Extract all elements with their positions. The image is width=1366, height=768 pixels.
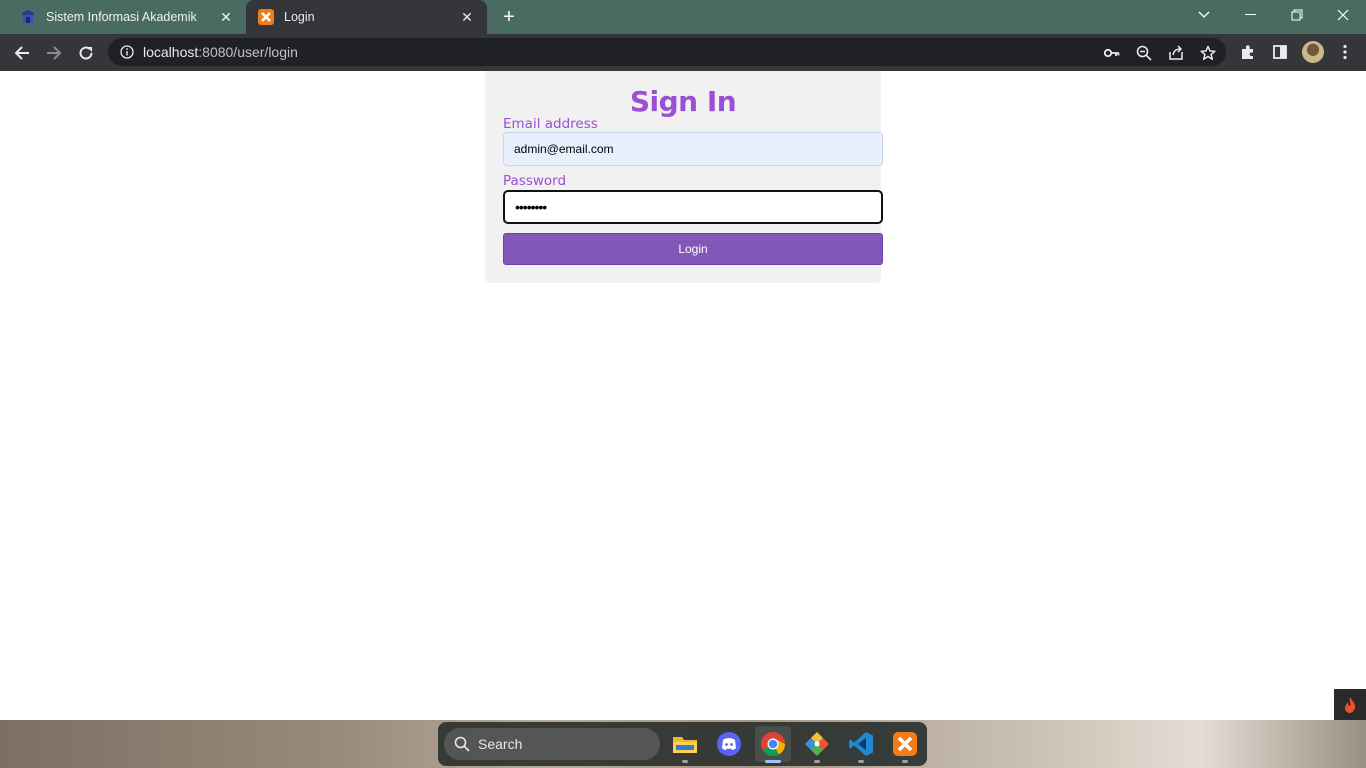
extensions-icon[interactable] xyxy=(1238,42,1258,62)
login-button[interactable]: Login xyxy=(503,233,883,265)
key-icon[interactable] xyxy=(1103,44,1121,62)
password-field[interactable]: •••••••• xyxy=(503,190,883,224)
password-label: Password xyxy=(503,173,567,189)
taskbar-search-box[interactable]: Search xyxy=(444,728,660,760)
search-label: Search xyxy=(478,736,523,752)
url-text: localhost:8080/user/login xyxy=(143,44,298,60)
git-icon[interactable] xyxy=(799,726,835,763)
zoom-icon[interactable] xyxy=(1135,44,1153,62)
profile-avatar[interactable] xyxy=(1302,41,1324,63)
tab-title: Sistem Informasi Akademik xyxy=(46,10,197,24)
browser-toolbar: localhost:8080/user/login xyxy=(0,34,1366,71)
forward-arrow-icon[interactable] xyxy=(41,40,67,66)
search-icon xyxy=(454,736,470,752)
url-host: localhost xyxy=(143,44,199,60)
reload-icon[interactable] xyxy=(73,40,99,66)
xampp-icon xyxy=(258,9,274,25)
graduation-icon xyxy=(20,9,36,25)
menu-icon[interactable] xyxy=(1335,42,1355,62)
tab-sistem-informasi-akademik[interactable]: Sistem Informasi Akademik ✕ xyxy=(0,0,246,34)
page-viewport: Sign In Email address admin@email.com Pa… xyxy=(0,71,1366,720)
site-info-icon[interactable] xyxy=(119,44,135,60)
back-arrow-icon[interactable] xyxy=(9,40,35,66)
star-icon[interactable] xyxy=(1199,44,1217,62)
login-card: Sign In Email address admin@email.com Pa… xyxy=(485,71,883,283)
tab-search-chevron-icon[interactable] xyxy=(1181,0,1227,30)
chrome-icon[interactable] xyxy=(755,726,791,763)
email-field[interactable]: admin@email.com xyxy=(503,132,883,166)
url-path: :8080/user/login xyxy=(198,44,298,60)
side-panel-icon[interactable] xyxy=(1270,42,1290,62)
restore-icon[interactable] xyxy=(1274,0,1320,30)
minimize-icon[interactable] xyxy=(1228,0,1274,30)
taskbar-app-area: Search xyxy=(438,722,927,766)
windows-taskbar: Search xyxy=(0,720,1366,768)
codeigniter-debug-toolbar-icon[interactable] xyxy=(1334,689,1366,720)
address-bar[interactable]: localhost:8080/user/login xyxy=(108,38,1226,66)
vscode-icon[interactable] xyxy=(843,726,879,763)
new-tab-button[interactable]: + xyxy=(498,6,520,28)
browser-tab-strip: Sistem Informasi Akademik ✕ Login ✕ + xyxy=(0,0,1366,34)
close-window-icon[interactable] xyxy=(1320,0,1366,30)
xampp-icon[interactable] xyxy=(887,726,923,763)
tab-login[interactable]: Login ✕ xyxy=(246,0,487,34)
share-icon[interactable] xyxy=(1167,44,1185,62)
close-tab-icon[interactable]: ✕ xyxy=(218,9,234,25)
discord-icon[interactable] xyxy=(711,726,747,762)
file-explorer-icon[interactable] xyxy=(667,726,703,763)
close-tab-icon[interactable]: ✕ xyxy=(459,9,475,25)
page-title: Sign In xyxy=(629,85,737,118)
tab-title: Login xyxy=(284,10,315,24)
email-label: Email address xyxy=(503,116,598,132)
